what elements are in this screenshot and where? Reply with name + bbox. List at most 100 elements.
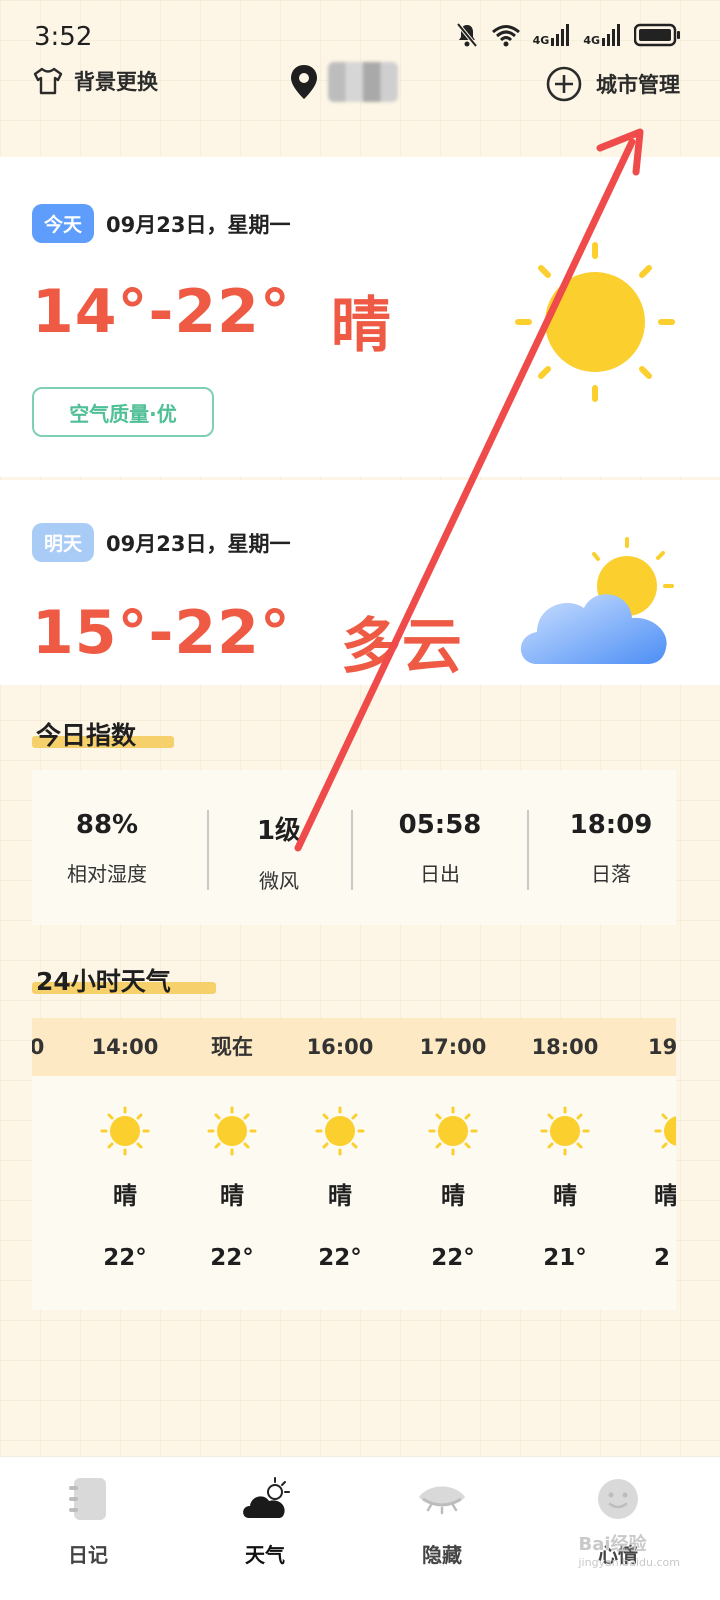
today-header: 今天 09月23日，星期一: [32, 204, 290, 243]
wifi-icon: [491, 25, 520, 47]
location-pin-icon: [291, 65, 317, 99]
sun-icon: [654, 1113, 676, 1149]
index-title-text: 今日指数: [36, 721, 137, 750]
signal-1-icon: 4G: [533, 24, 572, 46]
tshirt-icon: [33, 67, 63, 95]
today-weather-card[interactable]: 今天 09月23日，星期一 14°-22° 晴 空气质量·优: [0, 157, 720, 477]
nav-weather[interactable]: 天气: [195, 1475, 335, 1568]
network-type-1: 4G: [532, 34, 550, 47]
tomorrow-weather-card[interactable]: 明天 09月23日，星期一 15°-22° 多云: [0, 480, 720, 685]
sunrise-label: 日出: [420, 862, 460, 886]
network-type-2: 4G: [583, 34, 600, 47]
hour-time: 16:00: [306, 1035, 374, 1059]
hour-time: 17:00: [419, 1035, 487, 1059]
hour-condition: 晴: [553, 1182, 577, 1210]
today-badge: 今天: [32, 204, 95, 243]
today-index-card: 88% 相对湿度 1级 微风 05:58 日出 18:09 日落: [32, 770, 676, 925]
tomorrow-temperature-row: 15°-22° 多云: [32, 598, 463, 685]
sunset-label: 日落: [591, 862, 631, 886]
hour-time: 14:00: [91, 1035, 159, 1059]
bottom-navigation: 日记 天气 隐藏 心情: [0, 1456, 720, 1600]
partly-cloudy-icon: [520, 537, 674, 664]
hour-temp: 22°: [431, 1245, 475, 1271]
wind-item: 1级 微风: [204, 810, 354, 894]
humidity-value: 88%: [75, 810, 139, 840]
smiley-icon: [598, 1479, 638, 1519]
hour-time: 19:: [648, 1035, 676, 1059]
nav-hidden-label: 隐藏: [422, 1543, 462, 1567]
watermark-url: jingyan.baidu.com: [578, 1556, 680, 1569]
tomorrow-badge: 明天: [32, 523, 95, 562]
air-quality-badge[interactable]: 空气质量·优: [32, 387, 214, 437]
hour-condition: 晴: [654, 1182, 676, 1210]
status-icons: 4G 4G: [455, 22, 682, 48]
sunset-item: 18:09 日落: [536, 810, 686, 887]
sun-icon: [100, 1106, 150, 1156]
notebook-icon: [69, 1478, 106, 1520]
humidity-label: 相对湿度: [67, 862, 147, 886]
sun-icon: [32, 1109, 44, 1155]
divider: [527, 810, 529, 890]
hour-time: 18:00: [531, 1035, 599, 1059]
sun-icon: [515, 242, 675, 402]
sun-icon: [207, 1106, 257, 1156]
hourly-forecast-list[interactable]: 晴 22° 晴 22° 晴 22° 晴 22° 晴 21° 晴 2: [32, 1076, 676, 1310]
background-change-button[interactable]: 背景更换: [32, 66, 158, 96]
tomorrow-header: 明天 09月23日，星期一: [32, 523, 290, 562]
hour-temp: 21°: [543, 1245, 587, 1271]
hour-forecast-item: 晴 2: [622, 1106, 676, 1271]
hourly-time-strip[interactable]: 0 14:00 现在 16:00 17:00 18:00 19:: [32, 1018, 676, 1076]
battery-icon: [634, 23, 680, 47]
mute-bell-icon: [456, 22, 478, 48]
today-date: 09月23日，星期一: [106, 212, 291, 237]
hour-forecast-item: 晴 22°: [176, 1106, 288, 1271]
divider: [351, 810, 353, 890]
hour-temp: 22°: [318, 1245, 362, 1271]
tomorrow-condition: 多云: [340, 612, 463, 682]
hour-forecast-item: 晴 22°: [284, 1106, 396, 1271]
background-change-label: 背景更换: [74, 70, 158, 94]
today-temperature-row: 14°-22° 晴: [32, 277, 392, 364]
hour-forecast-item: 晴 21°: [509, 1106, 621, 1271]
tomorrow-date: 09月23日，星期一: [106, 531, 291, 556]
sunset-value: 18:09: [569, 810, 653, 840]
city-management-label: 城市管理: [596, 73, 680, 97]
sun-icon: [315, 1106, 365, 1156]
hour-condition: 晴: [220, 1182, 244, 1210]
nav-weather-label: 天气: [245, 1543, 285, 1567]
hour-condition: 晴: [113, 1182, 137, 1210]
hour-temp: 22°: [103, 1245, 147, 1271]
add-circle-icon: [546, 66, 582, 102]
hourly-section-title: 24小时天气: [32, 962, 216, 998]
watermark-brand: Bai经验: [578, 1534, 647, 1555]
hour-temp: 2: [654, 1245, 671, 1271]
signal-2-icon: 4G: [583, 24, 622, 46]
today-temp-range: 14°-22°: [32, 277, 291, 347]
city-management-button[interactable]: 城市管理: [546, 66, 680, 102]
sun-icon: [428, 1106, 478, 1156]
hour-temp: 22°: [210, 1245, 254, 1271]
hour-condition: 晴: [441, 1182, 465, 1210]
hour-forecast-item: 晴 22°: [69, 1106, 181, 1271]
humidity-item: 88% 相对湿度: [32, 810, 182, 887]
closed-eye-icon: [419, 1486, 465, 1515]
nav-hidden[interactable]: 隐藏: [372, 1475, 512, 1568]
nav-diary[interactable]: 日记: [18, 1475, 158, 1568]
top-bar: 背景更换 城市管理: [0, 62, 720, 112]
sunrise-value: 05:58: [398, 810, 482, 840]
status-time: 3:52: [34, 22, 93, 52]
hour-condition: 晴: [328, 1182, 352, 1210]
today-condition: 晴: [330, 291, 392, 361]
nav-diary-label: 日记: [68, 1543, 108, 1567]
sunrise-item: 05:58 日出: [365, 810, 515, 887]
wind-label: 微风: [259, 869, 299, 893]
location-name-redacted: [328, 62, 398, 102]
tomorrow-temp-range: 15°-22°: [32, 598, 291, 668]
baidu-watermark: Bai经验 jingyan.baidu.com: [578, 1530, 680, 1569]
wind-value: 1级: [256, 816, 302, 846]
hour-time: 现在: [211, 1035, 253, 1059]
sun-icon: [540, 1106, 590, 1156]
index-section-title: 今日指数: [32, 716, 174, 752]
hour-forecast-item: 晴 22°: [397, 1106, 509, 1271]
location-selector[interactable]: [290, 62, 398, 102]
